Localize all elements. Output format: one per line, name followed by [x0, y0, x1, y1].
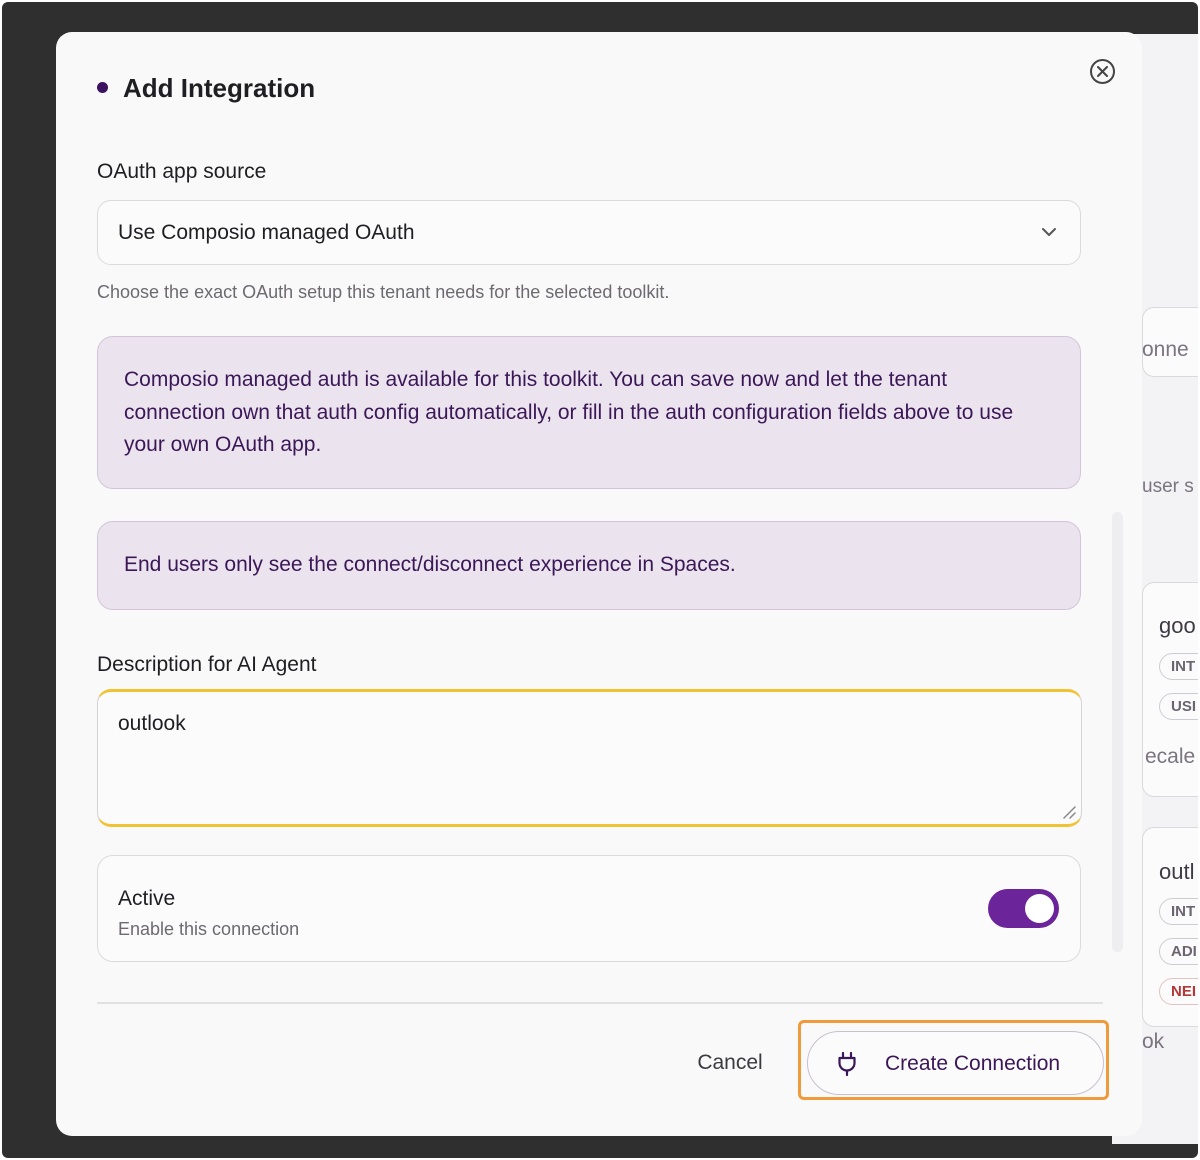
cancel-button[interactable]: Cancel [676, 1040, 784, 1086]
description-value: outlook [118, 712, 186, 735]
background-text: user s [1142, 476, 1194, 497]
close-button[interactable] [1090, 59, 1115, 84]
background-card-title: goo [1159, 613, 1196, 638]
managed-auth-notice: Composio managed auth is available for t… [97, 336, 1081, 489]
modal-title: Add Integration [123, 73, 316, 103]
plug-icon [838, 1051, 856, 1077]
background-chip: INT [1159, 653, 1198, 680]
description-textarea[interactable]: outlook [97, 689, 1082, 827]
oauth-source-label: OAuth app source [97, 160, 267, 183]
resize-grip-icon[interactable] [1060, 803, 1076, 819]
background-chip: INT [1159, 898, 1198, 925]
background-chip: NEI [1159, 978, 1198, 1005]
background-text: ok [1142, 1030, 1165, 1053]
spaces-notice: End users only see the connect/disconnec… [97, 521, 1081, 610]
close-icon [1097, 66, 1108, 77]
description-label: Description for AI Agent [97, 653, 317, 676]
background-text: onne [1142, 338, 1189, 361]
oauth-source-helper: Choose the exact OAuth setup this tenant… [97, 282, 670, 302]
oauth-source-select[interactable]: Use Composio managed OAuth [97, 200, 1081, 265]
active-card: Active Enable this connection [97, 855, 1081, 962]
oauth-source-value: Use Composio managed OAuth [118, 220, 415, 244]
active-toggle[interactable] [988, 889, 1059, 928]
title-dot [97, 82, 108, 93]
background-text: ecale [1145, 745, 1196, 768]
create-connection-button[interactable]: Create Connection [807, 1031, 1104, 1095]
footer-divider [97, 1002, 1103, 1004]
active-subtitle: Enable this connection [118, 919, 300, 939]
chevron-down-icon [1042, 228, 1056, 236]
active-title: Active [118, 887, 176, 910]
create-connection-label: Create Connection [885, 1052, 1061, 1075]
background-chip: USI [1159, 693, 1198, 720]
background-chip: ADI [1159, 938, 1198, 965]
background-card-title: outl [1159, 859, 1195, 884]
toggle-knob [1025, 894, 1054, 923]
modal-scrollbar[interactable] [1112, 512, 1123, 952]
